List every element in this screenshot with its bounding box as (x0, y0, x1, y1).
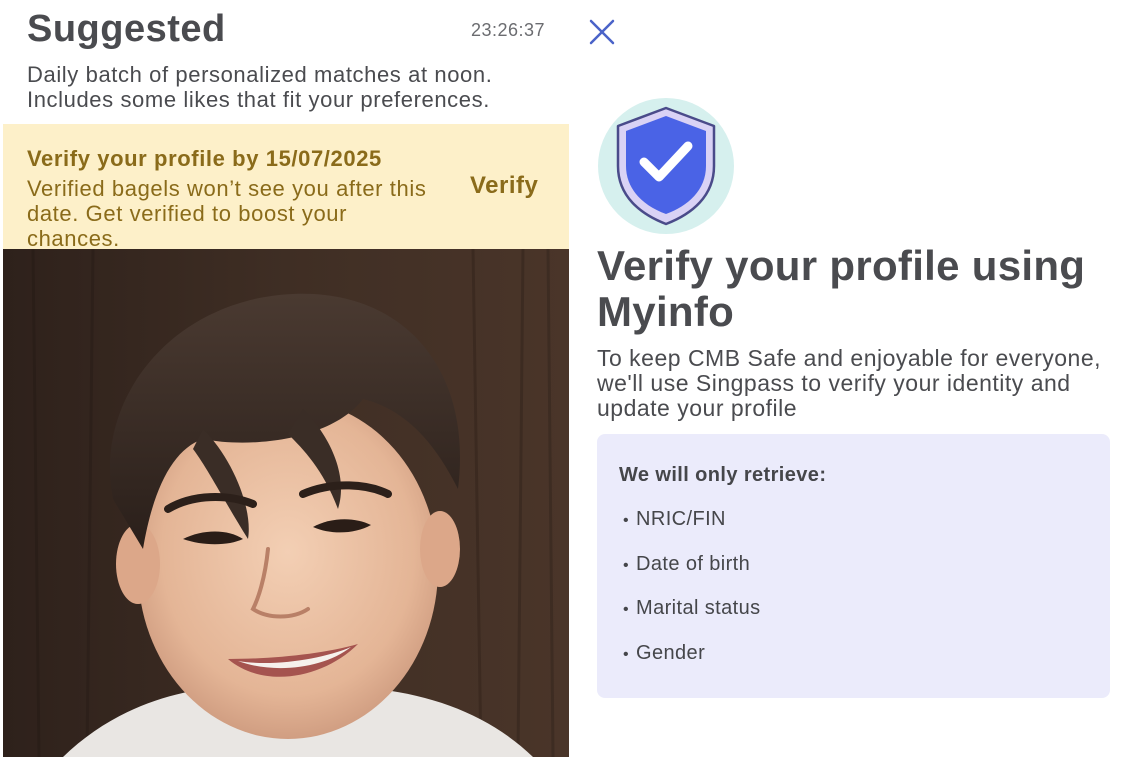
retrieve-item-label: NRIC/FIN (636, 508, 726, 530)
bullet-icon: • (623, 556, 630, 574)
page-title: Suggested (27, 8, 226, 50)
list-item: • Gender (623, 642, 761, 687)
retrieve-item-label: Marital status (636, 597, 761, 619)
profile-photo-image (3, 249, 569, 757)
timestamp: 23:26:37 (471, 20, 546, 40)
verify-heading: Verify your profile using Myinfo (597, 242, 1086, 335)
retrieve-info-box: We will only retrieve: • NRIC/FIN • Date o… (597, 434, 1110, 698)
banner-title: Verify your profile by 15/07/2025 (27, 146, 382, 171)
page-subtitle: Daily batch of personalized matches at n… (27, 62, 493, 112)
banner-body: Verified bagels won’t see you after this… (27, 176, 427, 251)
bullet-icon: • (623, 601, 630, 618)
verify-description: To keep CMB Safe and enjoyable for every… (597, 345, 1102, 421)
retrieve-heading: We will only retrieve: (619, 464, 827, 486)
close-icon[interactable] (585, 15, 619, 49)
verify-banner: Verify your profile by 15/07/2025 Verifi… (3, 124, 569, 251)
suggested-panel: Suggested 23:26:37 Daily batch of person… (0, 0, 570, 760)
list-item: • Date of birth (623, 553, 761, 598)
retrieve-list: • NRIC/FIN • Date of birth • Marital status… (623, 508, 761, 686)
bullet-icon: • (623, 512, 630, 529)
verify-button[interactable]: Verify (470, 172, 538, 200)
list-item: • NRIC/FIN (623, 508, 761, 553)
profile-photo[interactable] (3, 249, 569, 757)
retrieve-item-label: Date of birth (636, 552, 751, 575)
shield-check-icon (596, 96, 736, 236)
bullet-icon: • (623, 645, 630, 663)
list-item: • Marital status (623, 597, 761, 642)
retrieve-item-label: Gender (636, 641, 706, 664)
